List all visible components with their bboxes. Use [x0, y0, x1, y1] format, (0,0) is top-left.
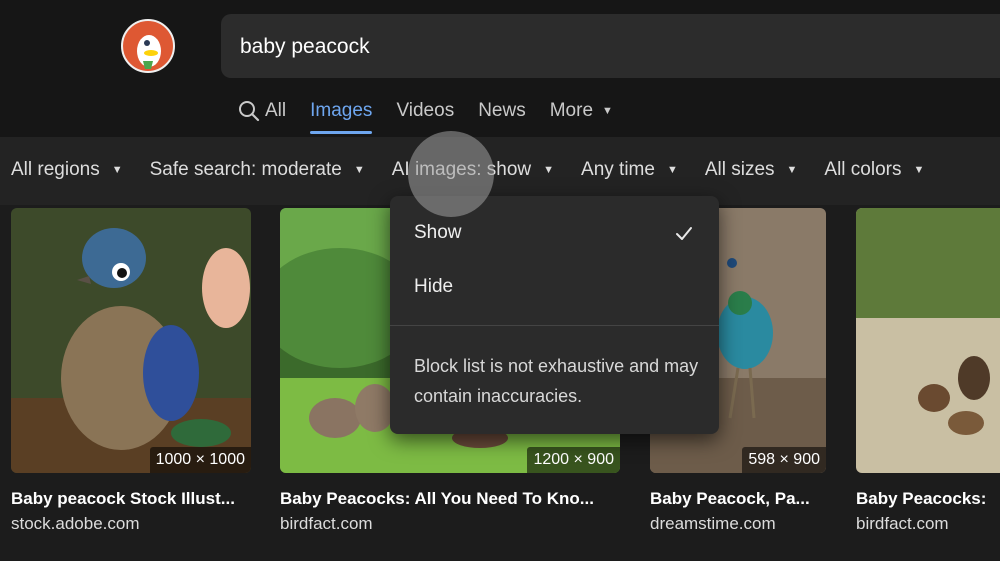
chevron-down-icon: ▼: [602, 105, 613, 117]
result-source[interactable]: dreamstime.com: [650, 514, 776, 534]
filter-time-label: Any time: [581, 159, 655, 180]
image-dimensions: 1000 × 1000: [149, 447, 251, 473]
ai-images-dropdown: Show Hide Block list is not exhaustive a…: [390, 196, 719, 434]
filter-regions[interactable]: All regions ▼: [11, 159, 123, 181]
tab-news[interactable]: News: [478, 96, 526, 126]
search-tabs: All Images Videos News More ▼: [238, 96, 613, 138]
tab-all-label: All: [265, 100, 287, 121]
chevron-down-icon: ▼: [913, 164, 925, 176]
baby-peacock-image: [11, 208, 251, 473]
option-show[interactable]: Show: [414, 222, 462, 244]
result-title[interactable]: Baby peacock Stock Illust...: [11, 489, 235, 509]
filter-sizes-label: All sizes: [704, 159, 775, 180]
result-thumbnail[interactable]: 1000 × 1000: [11, 208, 251, 473]
result-title[interactable]: Baby Peacocks:: [856, 489, 986, 509]
filter-regions-label: All regions: [11, 159, 100, 180]
tab-more[interactable]: More ▼: [550, 96, 613, 126]
result-source[interactable]: birdfact.com: [280, 514, 373, 534]
search-input[interactable]: [238, 14, 942, 80]
result-source[interactable]: birdfact.com: [856, 514, 949, 534]
dropdown-divider: [390, 325, 719, 326]
tab-images[interactable]: Images: [310, 96, 373, 134]
image-dimensions: 598 × 900: [742, 447, 826, 473]
filter-sizes[interactable]: All sizes ▼: [705, 159, 798, 181]
option-hide[interactable]: Hide: [414, 276, 453, 298]
filter-safe-search[interactable]: Safe search: moderate ▼: [150, 159, 365, 181]
filter-colors-label: All colors: [824, 159, 902, 180]
chevron-down-icon: ▼: [666, 164, 678, 176]
result-thumbnail[interactable]: [856, 208, 1000, 473]
tab-videos-label: Videos: [396, 100, 455, 121]
search-icon: [239, 101, 260, 122]
chevron-down-icon: ▼: [111, 164, 123, 176]
top-bar: All Images Videos News More ▼: [0, 0, 1000, 137]
touch-indicator: [408, 131, 494, 217]
chevron-down-icon: ▼: [353, 164, 365, 176]
duckduckgo-logo[interactable]: [121, 19, 175, 73]
result-title[interactable]: Baby Peacocks: All You Need To Kno...: [280, 489, 594, 509]
filter-safe-search-label: Safe search: moderate: [149, 159, 342, 180]
result-title[interactable]: Baby Peacock, Pa...: [650, 489, 810, 509]
tab-more-label: More: [549, 100, 594, 121]
block-list-note: Block list is not exhaustive and may con…: [414, 356, 699, 406]
image-dimensions: 1200 × 900: [527, 447, 620, 473]
result-source[interactable]: stock.adobe.com: [11, 514, 140, 534]
filter-time[interactable]: Any time ▼: [581, 159, 678, 181]
tab-news-label: News: [478, 100, 526, 121]
search-box[interactable]: [221, 14, 1000, 80]
chevron-down-icon: ▼: [543, 164, 555, 176]
checkmark-icon: [676, 227, 692, 240]
tab-images-label: Images: [310, 100, 373, 121]
filter-bar: All regions ▼ Safe search: moderate ▼ AI…: [0, 137, 1000, 205]
chevron-down-icon: ▼: [786, 164, 798, 176]
tab-videos[interactable]: Videos: [396, 96, 454, 126]
tab-all[interactable]: All: [238, 96, 286, 126]
filter-colors[interactable]: All colors ▼: [824, 159, 924, 181]
peachicks-image: [856, 208, 1000, 473]
